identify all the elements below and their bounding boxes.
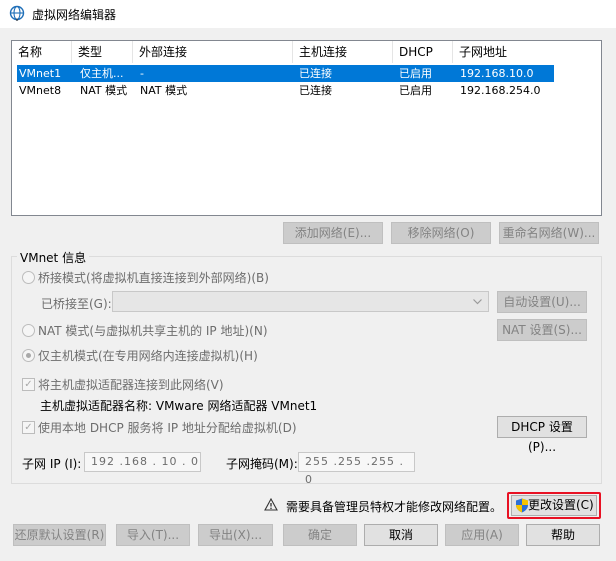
cell-host: 已连接 (299, 84, 332, 97)
cell-type: 仅主机... (80, 67, 124, 80)
change-settings-button[interactable]: 更改设置(C) (511, 495, 597, 516)
nat-settings-button[interactable]: NAT 设置(S)... (497, 319, 587, 341)
table-row-vmnet1[interactable]: VMnet1 仅主机... - 已连接 已启用 192.168.10.0 (17, 65, 554, 82)
bridged-to-dropdown[interactable] (112, 291, 489, 312)
col-header-host[interactable]: 主机连接 (293, 41, 393, 63)
title-bar: 虚拟网络编辑器 (0, 0, 616, 28)
use-dhcp-label: 使用本地 DHCP 服务将 IP 地址分配给虚拟机(D) (38, 421, 297, 435)
col-header-type[interactable]: 类型 (72, 41, 133, 63)
cell-dhcp: 已启用 (399, 67, 432, 80)
cell-host: 已连接 (299, 67, 332, 80)
cell-external: - (140, 67, 144, 80)
list-header: 名称 类型 外部连接 主机连接 DHCP 子网地址 (12, 41, 601, 63)
cell-subnet: 192.168.254.0 (460, 84, 541, 97)
subnet-ip-field[interactable]: 192 .168 . 10 . 0 (84, 452, 201, 472)
adapter-name-text: 主机虚拟适配器名称: VMware 网络适配器 VMnet1 (40, 399, 318, 413)
window-title: 虚拟网络编辑器 (32, 8, 117, 22)
host-only-mode-label: 仅主机模式(在专用网络内连接虚拟机)(H) (38, 349, 258, 363)
cell-dhcp: 已启用 (399, 84, 432, 97)
host-only-mode-radio[interactable] (22, 349, 35, 362)
apply-button[interactable]: 应用(A) (445, 524, 519, 546)
col-header-name[interactable]: 名称 (12, 41, 72, 63)
admin-notice-text: 需要具备管理员特权才能修改网络配置。 (286, 500, 502, 514)
network-list[interactable]: 名称 类型 外部连接 主机连接 DHCP 子网地址 VMnet1 仅主机... … (11, 40, 602, 216)
connect-adapter-checkbox[interactable]: ✓ (22, 378, 35, 391)
change-settings-label: 更改设置(C) (528, 498, 594, 512)
auto-settings-button[interactable]: 自动设置(U)... (497, 291, 587, 313)
uac-shield-icon (516, 498, 528, 513)
col-header-subnet[interactable]: 子网地址 (453, 41, 553, 63)
globe-network-icon (9, 5, 25, 21)
ok-button[interactable]: 确定 (283, 524, 357, 546)
add-network-button[interactable]: 添加网络(E)... (283, 222, 383, 244)
connect-adapter-label: 将主机虚拟适配器连接到此网络(V) (38, 378, 224, 392)
cell-name: VMnet1 (19, 67, 62, 80)
cell-name: VMnet8 (19, 84, 62, 97)
chevron-down-icon (473, 299, 482, 305)
rename-network-button[interactable]: 重命名网络(W)... (499, 222, 599, 244)
use-dhcp-checkbox[interactable]: ✓ (22, 421, 35, 434)
cell-type: NAT 模式 (80, 84, 128, 97)
nat-mode-radio[interactable] (22, 324, 35, 337)
warning-icon (264, 498, 278, 511)
remove-network-button[interactable]: 移除网络(O) (391, 222, 491, 244)
cell-external: NAT 模式 (140, 84, 188, 97)
nat-mode-label: NAT 模式(与虚拟机共享主机的 IP 地址)(N) (38, 324, 268, 338)
bridged-to-label: 已桥接至(G): (41, 297, 112, 311)
subnet-mask-label: 子网掩码(M): (226, 457, 298, 471)
dhcp-settings-button[interactable]: DHCP 设置(P)... (497, 416, 587, 454)
bridge-mode-label: 桥接模式(将虚拟机直接连接到外部网络)(B) (38, 271, 269, 285)
virtual-network-editor-window: 虚拟网络编辑器 名称 类型 外部连接 主机连接 DHCP 子网地址 VMnet1… (0, 0, 616, 561)
cell-subnet: 192.168.10.0 (460, 67, 534, 80)
restore-defaults-button[interactable]: 还原默认设置(R) (13, 524, 106, 546)
col-header-dhcp[interactable]: DHCP (393, 41, 453, 63)
bridge-mode-radio[interactable] (22, 271, 35, 284)
export-button[interactable]: 导出(X)... (198, 524, 273, 546)
subnet-mask-field[interactable]: 255 .255 .255 . 0 (298, 452, 415, 486)
import-button[interactable]: 导入(T)... (116, 524, 190, 546)
subnet-ip-label: 子网 IP (I): (22, 457, 82, 471)
table-row-vmnet8[interactable]: VMnet8 NAT 模式 NAT 模式 已连接 已启用 192.168.254… (17, 82, 554, 99)
help-button[interactable]: 帮助 (526, 524, 600, 546)
col-header-external[interactable]: 外部连接 (133, 41, 293, 63)
vmnet-info-title: VMnet 信息 (17, 249, 90, 266)
cancel-button[interactable]: 取消 (364, 524, 438, 546)
